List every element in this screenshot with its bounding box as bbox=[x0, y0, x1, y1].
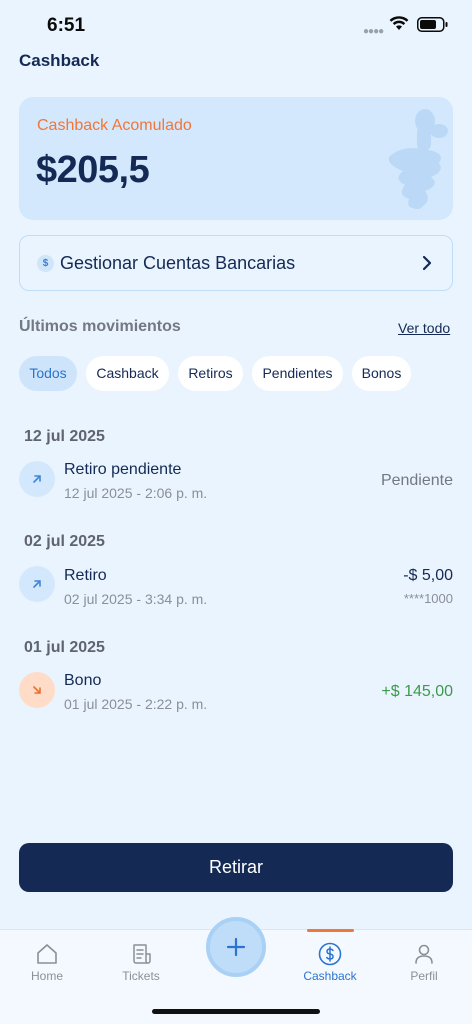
cashback-balance-card: Cashback Acomulado $205,5 bbox=[19, 97, 453, 220]
transaction-datetime: 02 jul 2025 - 3:34 p. m. bbox=[64, 591, 208, 607]
status-time: 6:51 bbox=[47, 15, 86, 36]
transaction-title: Retiro bbox=[64, 567, 107, 584]
transaction-amount: +$ 145,00 bbox=[381, 683, 453, 700]
tab-label: Tickets bbox=[122, 969, 160, 983]
arrow-up-right-icon bbox=[19, 566, 55, 602]
plus-icon bbox=[226, 937, 246, 957]
receipt-icon bbox=[133, 944, 151, 964]
dollar-circle-icon bbox=[318, 942, 342, 966]
filter-chip-retiros[interactable]: Retiros bbox=[178, 356, 243, 391]
manage-bank-accounts-label: Gestionar Cuentas Bancarias bbox=[60, 253, 296, 273]
home-indicator bbox=[152, 1009, 320, 1014]
tab-profile[interactable]: Perfil bbox=[389, 930, 459, 990]
filter-chip-todos[interactable]: Todos bbox=[19, 356, 77, 391]
tab-label: Home bbox=[30, 969, 63, 983]
add-button[interactable] bbox=[206, 917, 266, 977]
transaction-title: Retiro pendiente bbox=[64, 461, 182, 478]
tab-label: Cashback bbox=[303, 969, 357, 983]
battery-icon bbox=[417, 17, 448, 32]
tornado-decoration-icon bbox=[388, 109, 448, 209]
transaction-amount: -$ 5,00 bbox=[403, 567, 453, 584]
wifi-icon bbox=[389, 16, 409, 30]
page-title: Cashback bbox=[19, 51, 100, 70]
balance-amount: $205,5 bbox=[36, 149, 150, 191]
movements-title: Últimos movimientos bbox=[19, 318, 181, 335]
transaction-account: ****1000 bbox=[403, 591, 453, 606]
dollar-coin-icon: $ bbox=[37, 255, 54, 272]
filter-chip-bonos[interactable]: Bonos bbox=[352, 356, 411, 391]
withdraw-button[interactable]: Retirar bbox=[19, 843, 453, 892]
date-header: 01 jul 2025 bbox=[24, 639, 105, 656]
transaction-datetime: 12 jul 2025 - 2:06 p. m. bbox=[64, 485, 208, 501]
view-all-link[interactable]: Ver todo bbox=[398, 320, 450, 336]
tab-label: Perfil bbox=[410, 969, 438, 983]
arrow-up-right-icon bbox=[19, 461, 55, 497]
tab-home[interactable]: Home bbox=[12, 930, 82, 990]
home-icon bbox=[37, 944, 57, 964]
transaction-title: Bono bbox=[64, 672, 102, 689]
filter-chip-cashback[interactable]: Cashback bbox=[86, 356, 169, 391]
date-header: 02 jul 2025 bbox=[24, 533, 105, 550]
balance-label: Cashback Acomulado bbox=[37, 117, 192, 134]
date-header: 12 jul 2025 bbox=[24, 428, 105, 445]
transaction-status: Pendiente bbox=[380, 472, 453, 489]
tab-cashback[interactable]: Cashback bbox=[295, 930, 365, 990]
signal-icon: ●●●● bbox=[363, 26, 384, 37]
filter-chip-pendientes[interactable]: Pendientes bbox=[252, 356, 343, 391]
status-bar: 6:51 ●●●● bbox=[0, 0, 472, 48]
transaction-datetime: 01 jul 2025 - 2:22 p. m. bbox=[64, 696, 208, 712]
chevron-right-icon bbox=[422, 255, 432, 271]
user-icon bbox=[415, 944, 433, 964]
arrow-down-right-icon bbox=[19, 672, 55, 708]
tab-tickets[interactable]: Tickets bbox=[106, 930, 176, 990]
manage-bank-accounts-button[interactable]: $ Gestionar Cuentas Bancarias bbox=[19, 235, 453, 291]
